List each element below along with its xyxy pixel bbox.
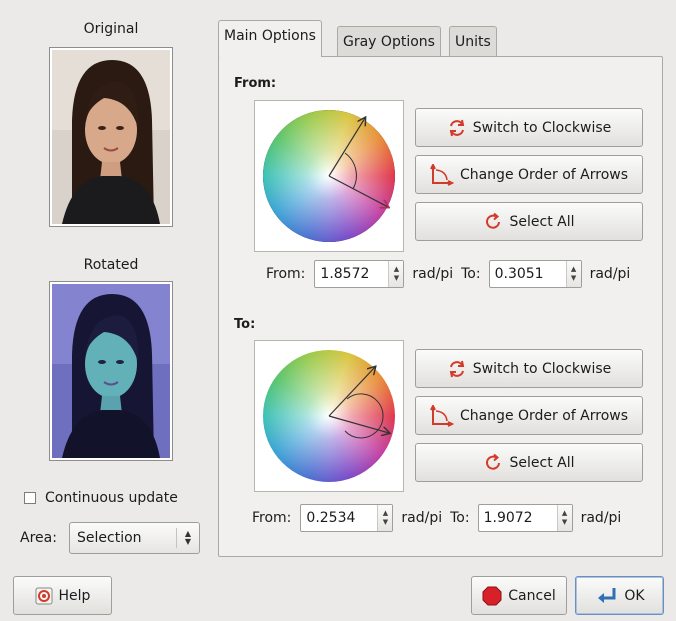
rotate-icon [447, 118, 467, 138]
rotated-portrait-image [52, 284, 170, 458]
ok-button[interactable]: OK [575, 576, 664, 615]
rotate-icon [447, 359, 467, 379]
cancel-button[interactable]: Cancel [471, 576, 567, 615]
cancel-icon [482, 586, 502, 606]
help-label: Help [58, 587, 91, 604]
tab-gray-options[interactable]: Gray Options [337, 26, 441, 57]
arrow-order-icon [430, 404, 454, 427]
from-from-label: From: [266, 266, 306, 282]
to-section-title: To: [234, 317, 256, 332]
to-from-spinbox[interactable]: ▲▼ [300, 504, 394, 532]
from-from-input[interactable] [315, 261, 389, 287]
from-select-all-button[interactable]: Select All [415, 202, 643, 241]
from-change-order-label: Change Order of Arrows [459, 166, 629, 183]
original-preview [49, 47, 173, 227]
to-to-spinbox[interactable]: ▲▼ [477, 504, 573, 532]
spin-arrows-icon[interactable]: ▲ ▼ [377, 505, 393, 531]
help-button[interactable]: Help [13, 576, 112, 615]
area-select[interactable]: Selection ▲ ▼ [69, 522, 200, 554]
spin-arrows-icon[interactable]: ▲ ▼ [556, 505, 572, 531]
to-change-order-button[interactable]: Change Order of Arrows [415, 396, 643, 435]
arrow-order-icon [430, 163, 454, 186]
to-from-input[interactable] [301, 505, 378, 531]
to-range-row: From: ▲▼ rad/pi To: ▲▼ rad/pi [252, 504, 621, 532]
select-updown-icon: ▲ ▼ [176, 528, 199, 548]
tab-main-options[interactable]: Main Options [218, 20, 322, 57]
to-to-unit: rad/pi [580, 510, 622, 526]
from-switch-clockwise-button[interactable]: Switch to Clockwise [415, 108, 643, 147]
from-to-spinbox[interactable]: ▲▼ [488, 260, 582, 288]
to-to-input[interactable] [478, 505, 557, 531]
original-label: Original [83, 21, 139, 37]
to-color-wheel[interactable] [254, 340, 404, 492]
to-switch-clockwise-label: Switch to Clockwise [472, 360, 612, 377]
cancel-label: Cancel [508, 587, 556, 604]
from-to-unit: rad/pi [589, 266, 631, 282]
help-icon [35, 587, 53, 605]
spin-arrows-icon[interactable]: ▲ ▼ [388, 261, 404, 287]
from-from-unit: rad/pi [412, 266, 454, 282]
continuous-update-checkbox[interactable]: Continuous update [24, 490, 178, 506]
to-select-all-label: Select All [509, 454, 575, 471]
continuous-update-label: Continuous update [45, 490, 178, 506]
rotated-label: Rotated [83, 257, 139, 273]
from-to-label: To: [461, 266, 481, 282]
area-select-value: Selection [77, 530, 142, 546]
to-select-all-button[interactable]: Select All [415, 443, 643, 482]
to-switch-clockwise-button[interactable]: Switch to Clockwise [415, 349, 643, 388]
ok-label: OK [624, 587, 645, 604]
from-select-all-label: Select All [509, 213, 575, 230]
from-section-title: From: [234, 76, 277, 91]
continuous-update-box[interactable] [24, 492, 36, 504]
from-from-spinbox[interactable]: ▲▼ [314, 260, 405, 288]
tab-units[interactable]: Units [449, 26, 497, 57]
select-all-icon [484, 212, 504, 232]
from-switch-clockwise-label: Switch to Clockwise [472, 119, 612, 136]
ok-icon [594, 586, 618, 606]
from-range-row: From: ▲▼ rad/pi To: ▲▼ rad/pi [266, 260, 630, 288]
to-from-label: From: [252, 510, 292, 526]
spin-arrows-icon[interactable]: ▲ ▼ [565, 261, 581, 287]
from-color-wheel[interactable] [254, 100, 404, 252]
to-from-unit: rad/pi [401, 510, 443, 526]
original-portrait-image [52, 50, 170, 224]
from-to-input[interactable] [489, 261, 566, 287]
to-to-label: To: [450, 510, 470, 526]
area-label: Area: [20, 530, 57, 546]
select-all-icon [484, 453, 504, 473]
rotated-preview [49, 281, 173, 461]
from-change-order-button[interactable]: Change Order of Arrows [415, 155, 643, 194]
to-change-order-label: Change Order of Arrows [459, 407, 629, 424]
